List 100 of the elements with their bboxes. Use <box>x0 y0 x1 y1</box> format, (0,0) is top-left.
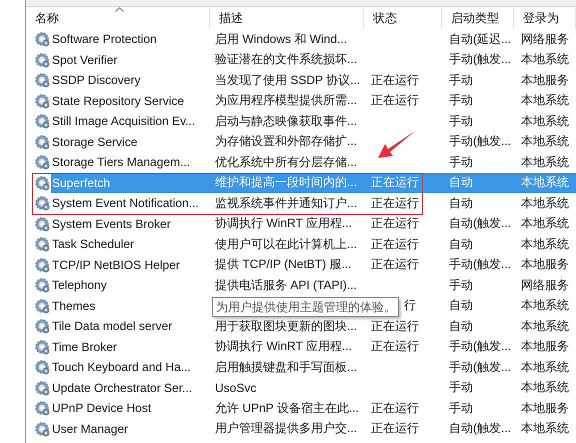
startup-type: 手动 <box>449 154 473 171</box>
service-description: 验证潜在的文件系统损坏... <box>215 51 358 68</box>
gears-icon <box>34 380 50 396</box>
service-description: 用户管理器提供多用户交... <box>215 420 358 438</box>
gears-icon <box>34 318 50 334</box>
logon-account: 本地系统 <box>521 112 569 130</box>
logon-account: 本地服务 <box>521 338 569 356</box>
service-status: 正在运行 <box>371 236 419 253</box>
gears-icon <box>34 236 50 252</box>
service-name[interactable]: System Events Broker <box>51 214 210 234</box>
gears-icon <box>34 92 50 109</box>
startup-type: 自动 <box>449 236 473 253</box>
startup-type: 手动 <box>449 92 473 110</box>
service-description: UsoSvc <box>215 380 256 395</box>
service-description: 监视系统事件并通知订户... <box>215 194 358 212</box>
service-status: 正在运行 <box>371 72 419 89</box>
startup-type: 手动 <box>449 72 473 89</box>
service-description: 允许 UPnP 设备宿主在此... <box>215 400 359 417</box>
logon-account: 本地系统 <box>521 154 569 171</box>
service-description: 优化系统中所有分层存储... <box>215 154 358 171</box>
logon-account: 本地服务 <box>521 256 569 274</box>
service-name[interactable]: UPnP Device Host <box>51 398 210 418</box>
gears-icon <box>34 113 50 130</box>
logon-account: 网络服务 <box>521 30 569 48</box>
gears-icon <box>34 420 50 437</box>
startup-type: 手动 <box>449 400 473 417</box>
gears-icon <box>34 31 50 48</box>
service-name[interactable]: System Event Notification... <box>51 193 210 214</box>
service-description: 协调执行 WinRT 应用程... <box>215 215 352 232</box>
service-status: 正在运行 <box>371 215 419 232</box>
service-status: 正在运行 <box>371 420 419 438</box>
startup-type: 自动 <box>449 318 473 335</box>
service-name[interactable]: Software Protection <box>51 29 210 50</box>
column-header[interactable]: 描述 <box>210 7 364 29</box>
startup-type: 自动 <box>449 174 473 192</box>
service-name[interactable]: Spot Verifier <box>51 50 210 70</box>
column-header[interactable]: 状态 <box>364 7 442 29</box>
column-header[interactable]: 登录为 <box>514 7 576 29</box>
startup-type: 手动(触发... <box>449 51 511 68</box>
service-description: 启用 Windows 和 Wind... <box>215 30 348 48</box>
gears-icon <box>34 154 50 170</box>
gears-icon <box>34 277 50 294</box>
service-name[interactable]: Update Orchestrator Ser... <box>51 378 210 398</box>
startup-type: 手动 <box>449 379 473 396</box>
service-status: 正在运行 <box>371 318 419 335</box>
gears-icon <box>34 52 50 68</box>
service-description: 维护和提高一段时间内的... <box>215 174 358 192</box>
service-status: 正在运行 <box>371 174 419 192</box>
gears-icon <box>34 400 50 416</box>
service-name[interactable]: Storage Service <box>51 132 210 152</box>
service-name[interactable]: Touch Keyboard and Ha... <box>51 357 210 378</box>
startup-type: 手动(触发... <box>449 358 511 376</box>
service-name[interactable]: Time Broker <box>51 336 210 357</box>
service-name[interactable]: Telephony <box>51 275 210 296</box>
service-name[interactable]: Themes <box>51 296 210 316</box>
service-status: 正在运行 <box>371 400 419 417</box>
service-description: 协调执行 WinRT 应用程... <box>215 338 352 356</box>
gears-icon <box>34 174 50 191</box>
service-description: 启动与静态映像获取事件... <box>215 112 358 130</box>
gears-icon <box>34 338 50 355</box>
service-description: 当发现了使用 SSDP 协议... <box>215 72 360 89</box>
logon-account: 本地服务 <box>521 72 569 89</box>
gears-icon <box>34 195 50 212</box>
column-header[interactable]: 启动类型 <box>442 7 514 29</box>
service-name[interactable]: SSDP Discovery <box>51 70 210 90</box>
service-name[interactable]: Tile Data model server <box>51 316 210 336</box>
service-name[interactable]: TCP/IP NetBIOS Helper <box>51 254 210 275</box>
service-name[interactable]: Storage Tiers Managem... <box>51 152 210 172</box>
startup-type: 手动 <box>449 276 473 294</box>
startup-type: 手动 <box>449 112 473 130</box>
logon-account: 本地服务 <box>521 400 569 417</box>
startup-type: 手动(触发... <box>449 256 511 274</box>
logon-account: 本地系统 <box>521 420 569 438</box>
service-name[interactable]: User Manager <box>51 418 210 439</box>
logon-account: 网络服务 <box>521 276 569 294</box>
service-description: 提供 TCP/IP (NetBT) 服... <box>215 256 352 274</box>
logon-account: 本地系统 <box>521 318 569 335</box>
gears-icon <box>34 298 50 314</box>
logon-account: 本地系统 <box>521 236 569 253</box>
service-description: 启用触摸键盘和手写面板... <box>215 358 358 376</box>
arrow-annotation <box>378 131 415 158</box>
service-status: 正在运行 <box>371 338 419 356</box>
service-status: 行 <box>404 297 416 314</box>
service-description: 提供电话服务 API (TAPI)... <box>215 276 357 294</box>
startup-type: 自动(触发... <box>449 420 511 438</box>
logon-account: 本地系统 <box>521 92 569 110</box>
gears-icon <box>34 359 50 376</box>
service-description: 为存储设置和外部存储扩... <box>215 133 358 150</box>
service-description: 为应用程序模型提供所需... <box>215 92 358 110</box>
service-name[interactable]: Still Image Acquisition Ev... <box>51 111 210 132</box>
service-name[interactable]: State Repository Service <box>51 90 210 111</box>
service-status: 正在运行 <box>371 256 419 274</box>
startup-type: 自动(触发... <box>449 215 511 232</box>
startup-type: 手动(触发... <box>449 133 511 150</box>
service-status: 正在运行 <box>371 194 419 212</box>
column-header[interactable]: 名称 <box>26 7 210 29</box>
tooltip: 为用户提供使用主题管理的体验。 <box>212 296 399 316</box>
logon-account: 本地系统 <box>521 174 569 192</box>
service-name[interactable]: Task Scheduler <box>51 234 210 254</box>
gears-icon <box>34 256 50 273</box>
